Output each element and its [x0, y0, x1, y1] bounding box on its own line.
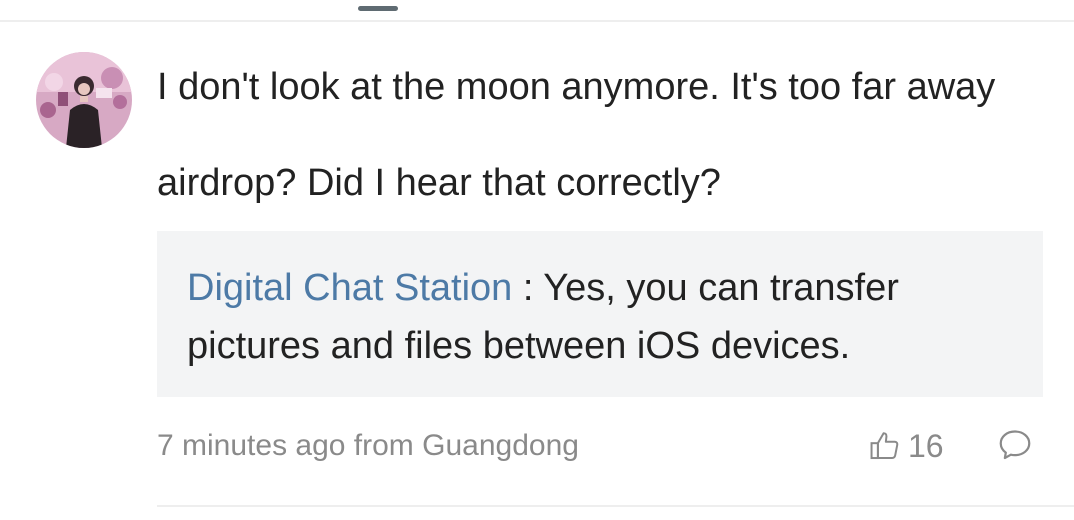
- reply-button[interactable]: [996, 426, 1034, 464]
- reply-preview[interactable]: Digital Chat Station : Yes, you can tran…: [157, 231, 1043, 397]
- reply-author-link[interactable]: Digital Chat Station: [187, 267, 512, 309]
- comment-text-line1: I don't look at the moon anymore. It's t…: [157, 66, 996, 108]
- bottom-divider: [157, 505, 1074, 507]
- speech-bubble-icon: [999, 430, 1031, 460]
- drag-handle[interactable]: [358, 6, 398, 11]
- comment-text-line2: airdrop? Did I hear that correctly?: [157, 162, 721, 204]
- like-count: 16: [908, 427, 944, 464]
- comment-body: I don't look at the moon anymore. It's t…: [157, 62, 1074, 208]
- top-divider: [0, 20, 1074, 22]
- reply-separator: :: [512, 267, 544, 309]
- like-button[interactable]: 16: [868, 424, 944, 468]
- reply-content: Digital Chat Station : Yes, you can tran…: [187, 259, 1027, 375]
- thumbs-up-icon: [870, 432, 899, 460]
- avatar-image: [36, 52, 132, 148]
- avatar[interactable]: [36, 52, 132, 148]
- comment-meta: 7 minutes ago from Guangdong: [157, 429, 579, 462]
